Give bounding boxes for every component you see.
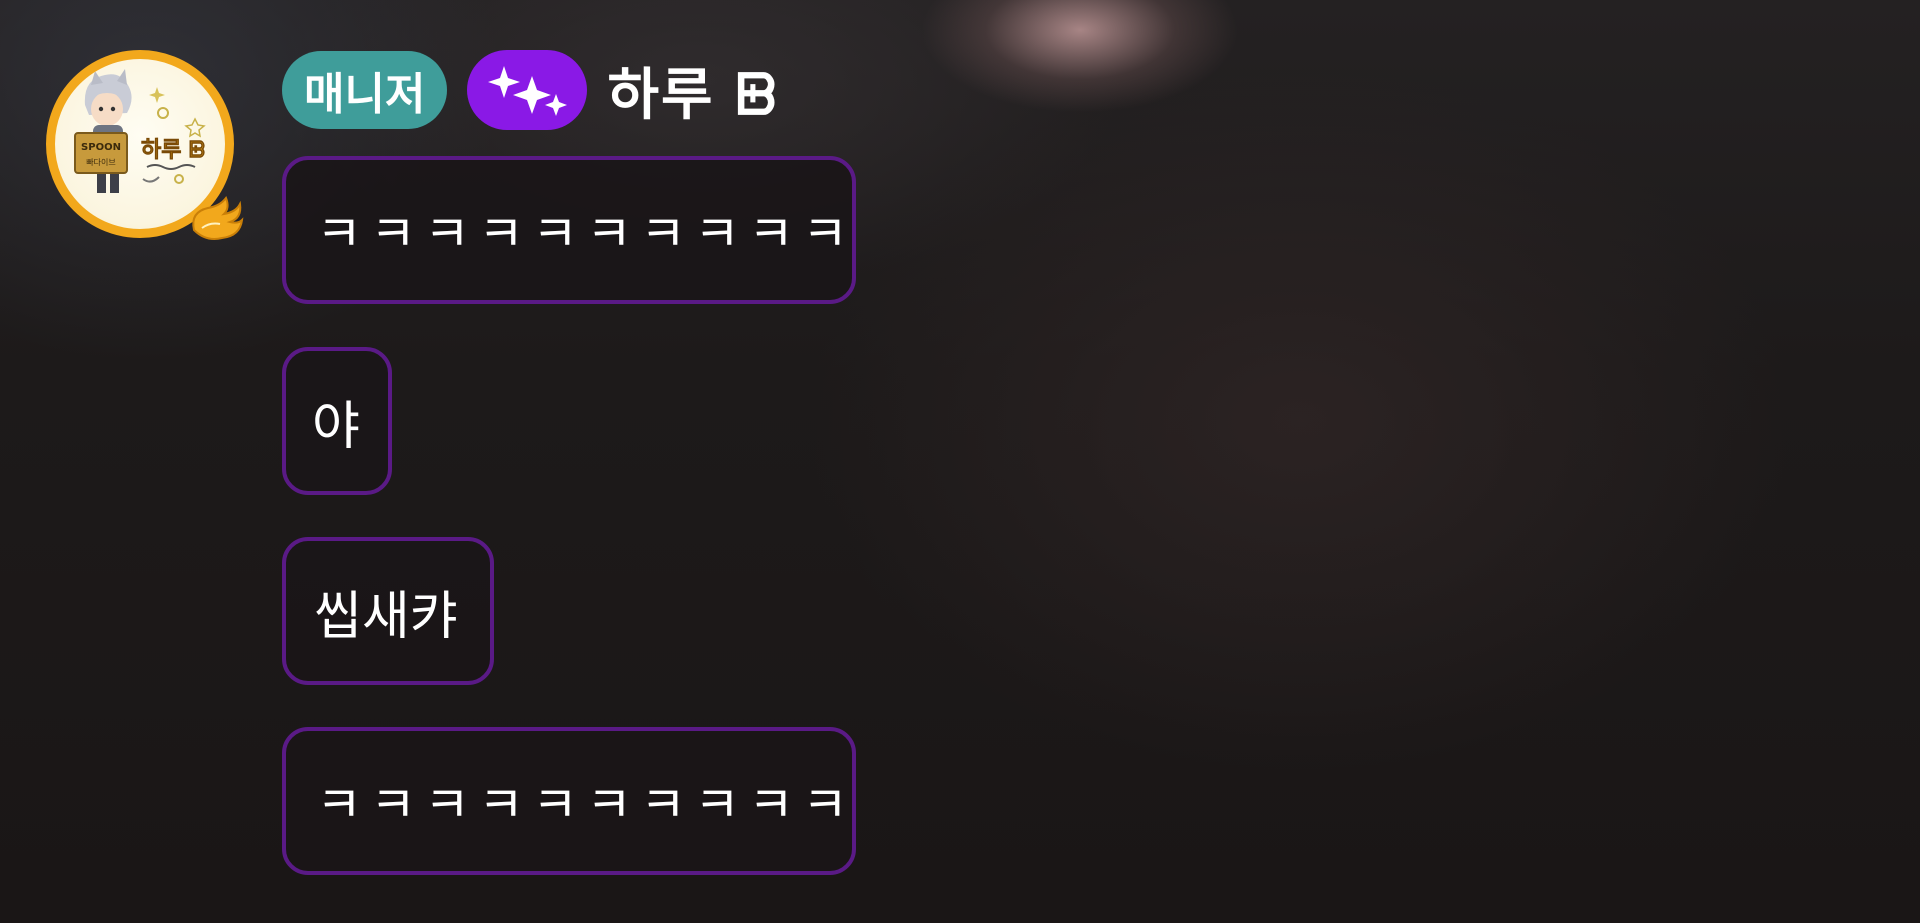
chat-message[interactable]: 야 [282,347,392,495]
svg-text:SPOON: SPOON [81,142,121,153]
message-text: ㅋㅋㅋㅋㅋㅋㅋㅋㅋㅋ [316,205,856,263]
svg-text:하루 ᗸ: 하루 ᗸ [141,138,205,163]
chat-message[interactable]: ㅋㅋㅋㅋㅋㅋㅋㅋㅋㅋ [282,156,856,304]
chat-message[interactable]: ㅋㅋㅋㅋㅋㅋㅋㅋㅋㅋ [282,727,856,875]
golden-wing-icon [192,195,244,240]
sender-name[interactable]: 하루 ᗸ [607,50,778,131]
chat-message[interactable]: 씹새캬 [282,537,494,685]
sparkles-icon [488,66,568,116]
chat-screen: SPOON 빠다이브 하루 ᗸ 매니저 하루 ᗸ ㅋㅋㅋㅋㅋㅋㅋㅋㅋㅋ 야 씹새… [0,0,1920,923]
message-text: ㅋㅋㅋㅋㅋㅋㅋㅋㅋㅋ [316,776,856,834]
message-header: 매니저 하루 ᗸ [282,50,778,130]
message-text: 씹새캬 [314,586,458,647]
svg-text:빠다이브: 빠다이브 [86,157,115,167]
sparkle-badge [467,50,588,130]
message-text: 야 [312,396,360,457]
avatar[interactable]: SPOON 빠다이브 하루 ᗸ [46,50,246,250]
manager-badge: 매니저 [282,51,448,129]
